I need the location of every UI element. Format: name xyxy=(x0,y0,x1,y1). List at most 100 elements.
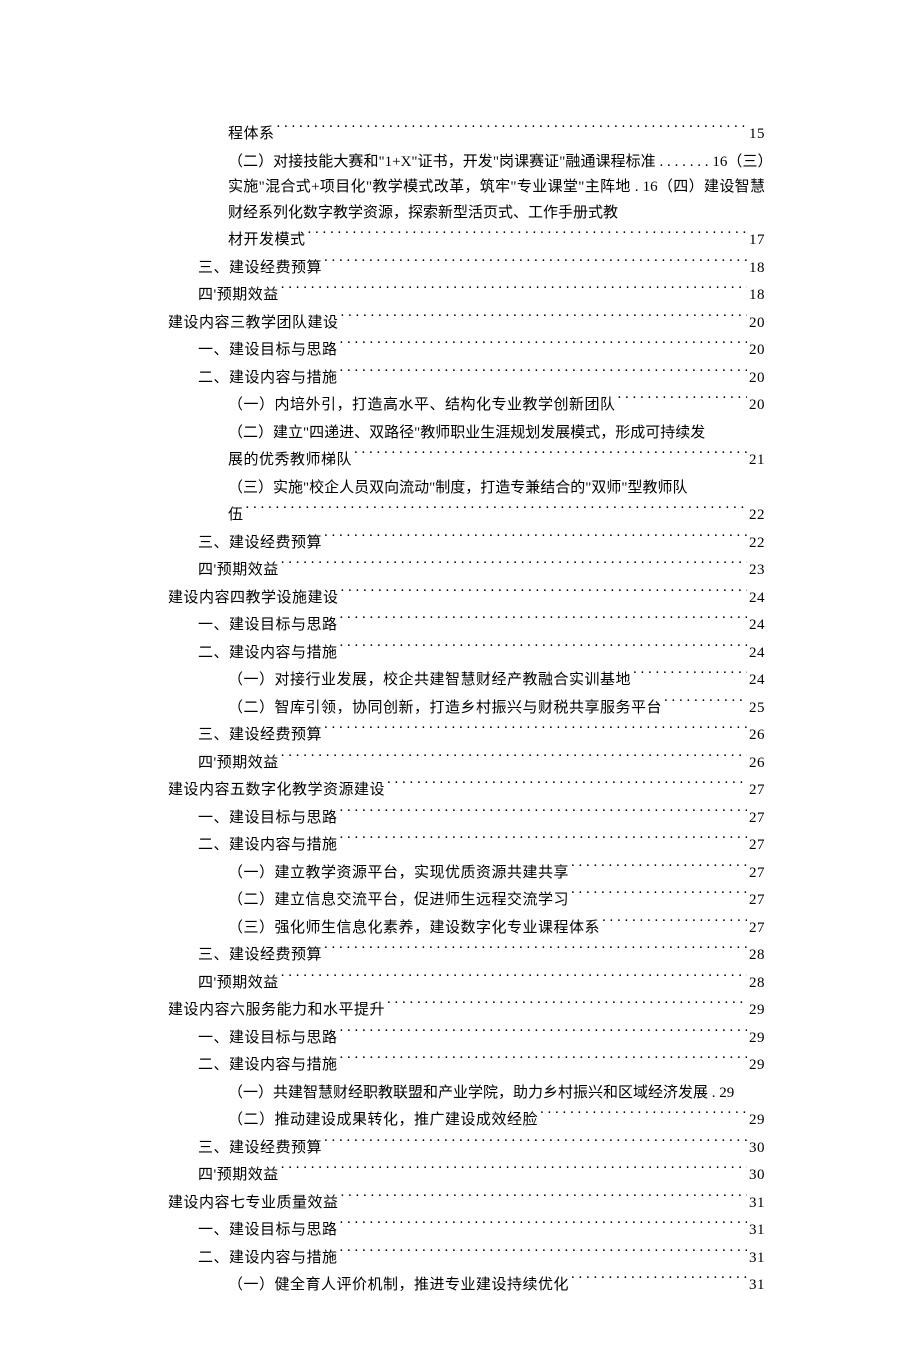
toc-entry-page: 20 xyxy=(749,393,765,419)
toc-entry-label: 建设内容五数字化教学资源建设 xyxy=(168,778,385,804)
toc-leader-dots xyxy=(341,587,747,602)
toc-entry-label: 三、建设经费预算 xyxy=(198,943,322,969)
toc-entry-page: 22 xyxy=(749,503,765,529)
toc-entry-label: 一、建设目标与思路 xyxy=(198,1218,338,1244)
toc-entry-label: 三、建设经费预算 xyxy=(198,531,322,557)
toc-leader-dots xyxy=(281,752,747,767)
toc-entry: 三、建设经费预算 18 xyxy=(198,256,765,282)
toc-entry-wrapped: （二）建立"四递进、双路径"教师职业生涯规划发展模式，形成可持续发 xyxy=(228,421,765,447)
toc-entry-label: （二）智库引领，协同创新，打造乡村振兴与财税共享服务平台 xyxy=(228,696,662,722)
toc-leader-dots xyxy=(324,944,747,959)
toc-entry-label: 四'预期效益 xyxy=(198,751,279,777)
toc-leader-dots xyxy=(341,1192,747,1207)
toc-entry: （一）内培外引，打造高水平、结构化专业教学创新团队 20 xyxy=(228,393,765,419)
toc-entry-label: 四'预期效益 xyxy=(198,558,279,584)
toc-entry-label: 一、建设目标与思路 xyxy=(198,806,338,832)
toc-leader-dots xyxy=(340,807,747,822)
toc-entry-page: 24 xyxy=(749,641,765,667)
toc-leader-dots xyxy=(340,1027,747,1042)
toc-entry: 建设内容四教学设施建设24 xyxy=(168,586,765,612)
toc-leader-dots xyxy=(387,999,747,1014)
toc-entry-label: 三、建设经费预算 xyxy=(198,723,322,749)
toc-entry-label: 二、建设内容与措施 xyxy=(198,366,338,392)
toc-entry-label: 建设内容四教学设施建设 xyxy=(168,586,339,612)
toc-leader-dots xyxy=(571,1274,747,1289)
toc-entry-label: 伍 xyxy=(228,503,244,529)
toc-entry: 四'预期效益28 xyxy=(198,971,765,997)
toc-leader-dots xyxy=(281,284,747,299)
toc-leader-dots xyxy=(340,339,747,354)
toc-entry-label: 二、建设内容与措施 xyxy=(198,641,338,667)
toc-entry-page: 27 xyxy=(749,861,765,887)
toc-entry: 一、建设目标与思路 20 xyxy=(198,338,765,364)
toc-entry-page: 18 xyxy=(749,283,765,309)
toc-entry-page: 15 xyxy=(749,122,765,148)
toc-entry-page: 21 xyxy=(749,448,765,474)
toc-leader-dots xyxy=(340,614,747,629)
toc-entry-page: 24 xyxy=(749,668,765,694)
toc-entry-label: 程体系 xyxy=(228,122,275,148)
toc-entry: 四'预期效益 26 xyxy=(198,751,765,777)
toc-entry-page: 31 xyxy=(749,1273,765,1299)
toc-entry-label: 建设内容六服务能力和水平提升 xyxy=(168,998,385,1024)
toc-entry-page: 28 xyxy=(749,943,765,969)
toc-entry-label: （一）对接行业发展，校企共建智慧财经产教融合实训基地 xyxy=(228,668,631,694)
toc-entry-label: （一）内培外引，打造高水平、结构化专业教学创新团队 xyxy=(228,393,616,419)
toc-entry-page: 20 xyxy=(749,338,765,364)
toc-leader-dots xyxy=(340,1219,747,1234)
toc-entry-page: 31 xyxy=(749,1218,765,1244)
toc-leader-dots xyxy=(340,834,747,849)
toc-leader-dots xyxy=(277,123,747,138)
toc-entry-page: 18 xyxy=(749,256,765,282)
toc-entry-label: 一、建设目标与思路 xyxy=(198,613,338,639)
toc-entry-page: 29 xyxy=(749,1053,765,1079)
toc-entry-page: 31 xyxy=(749,1191,765,1217)
toc-entry-page: 25 xyxy=(749,696,765,722)
toc-leader-dots xyxy=(340,642,747,657)
toc-entry-label: 三、建设经费预算 xyxy=(198,1136,322,1162)
toc-entry-label: 一、建设目标与思路 xyxy=(198,338,338,364)
toc-entry-page: 23 xyxy=(749,558,765,584)
toc-leader-dots xyxy=(324,1137,747,1152)
toc-entry-page: 27 xyxy=(749,916,765,942)
toc-entry: 四'预期效益30 xyxy=(198,1163,765,1189)
toc-entry: （二）建立信息交流平台，促进师生远程交流学习 27 xyxy=(228,888,765,914)
toc-entry: 一、建设目标与思路 24 xyxy=(198,613,765,639)
toc-leader-dots xyxy=(602,917,747,932)
toc-entry-page: 31 xyxy=(749,1246,765,1272)
toc-entry-page: 30 xyxy=(749,1163,765,1189)
toc-leader-dots xyxy=(341,312,747,327)
toc-entry: 三、建设经费预算 26 xyxy=(198,723,765,749)
toc-leader-dots xyxy=(387,779,747,794)
toc-leader-dots xyxy=(281,972,747,987)
toc-leader-dots xyxy=(308,229,747,244)
toc-entry: （二）推动建设成果转化，推广建设成效经脸29 xyxy=(228,1108,765,1134)
toc-leader-dots xyxy=(340,367,747,382)
toc-leader-dots xyxy=(340,1054,747,1069)
toc-entry-label: 建设内容七专业质量效益 xyxy=(168,1191,339,1217)
toc-leader-dots xyxy=(664,697,747,712)
toc-leader-dots xyxy=(281,1164,747,1179)
toc-entry-page: 26 xyxy=(749,751,765,777)
toc-entry: 伍 22 xyxy=(228,503,765,529)
toc-entry-page: 24 xyxy=(749,613,765,639)
toc-entry-label: 三、建设经费预算 xyxy=(198,256,322,282)
toc-entry-wrapped: （三）实施"校企人员双向流动"制度，打造专兼结合的"双师"型教师队 xyxy=(228,476,765,502)
toc-entry-page: 29 xyxy=(749,1026,765,1052)
toc-entry-label: 二、建设内容与措施 xyxy=(198,1053,338,1079)
toc-leader-dots xyxy=(324,724,747,739)
toc-entry-page: 26 xyxy=(749,723,765,749)
toc-entry: （一）健全育人评价机制，推进专业建设持续优化31 xyxy=(228,1273,765,1299)
toc-entry: 一、建设目标与思路 31 xyxy=(198,1218,765,1244)
toc-entry: 二、建设内容与措施31 xyxy=(198,1246,765,1272)
toc-entry-page: 27 xyxy=(749,888,765,914)
toc-entry: 三、建设经费预算30 xyxy=(198,1136,765,1162)
toc-leader-dots xyxy=(571,862,747,877)
toc-entry: 二、建设内容与措施 24 xyxy=(198,641,765,667)
toc-leader-dots xyxy=(324,532,747,547)
toc-entry: （一）建立教学资源平台，实现优质资源共建共享27 xyxy=(228,861,765,887)
toc-entry-label: （三）强化师生信息化素养，建设数字化专业课程体系 xyxy=(228,916,600,942)
toc-entry-label: （二）建立信息交流平台，促进师生远程交流学习 xyxy=(228,888,569,914)
toc-entry: 二、建设内容与措施27 xyxy=(198,833,765,859)
toc-entry: 四'预期效益18 xyxy=(198,283,765,309)
